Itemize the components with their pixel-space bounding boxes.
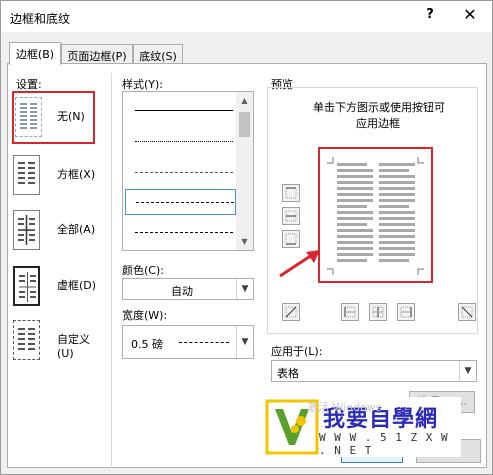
preview-hint-line2: 应用边框 — [356, 117, 400, 130]
style-option-dash-dot-dot[interactable] — [135, 232, 233, 233]
inner-vertical-border-button[interactable] — [369, 303, 387, 321]
diagonal-up-border-button[interactable] — [282, 303, 300, 321]
color-value: 自动 — [171, 285, 193, 298]
inner-horizontal-border-button[interactable] — [282, 207, 300, 225]
style-label: 样式(Y): — [122, 78, 164, 91]
border-box-icon — [13, 155, 40, 195]
setting-custom-label: 自定义(U) — [57, 333, 90, 360]
border-right-icon — [400, 306, 412, 318]
activate-windows-text: 激活 Windows — [307, 401, 382, 414]
setting-custom[interactable]: 自定义(U) — [9, 316, 104, 362]
setting-all-label: 全部(A) — [57, 223, 96, 236]
chevron-down-icon[interactable]: ▼ — [236, 279, 253, 299]
tab-borders[interactable]: 边框(B) — [9, 42, 61, 65]
setting-grid[interactable]: 虚框(D) — [9, 262, 104, 308]
setting-box-label: 方框(X) — [57, 168, 96, 181]
scroll-down-icon[interactable]: ▼ — [236, 233, 253, 250]
width-value: 0.5 磅 — [131, 338, 163, 351]
apply-to-value: 表格 — [277, 367, 299, 380]
width-label: 宽度(W): — [122, 309, 168, 322]
color-dropdown[interactable]: 自动 ▼ — [122, 278, 254, 300]
width-line-sample — [179, 342, 229, 343]
border-bottom-icon — [285, 233, 297, 245]
highlight-box-none — [12, 91, 95, 144]
border-custom-icon — [13, 320, 40, 360]
style-option-dotted[interactable] — [135, 141, 233, 142]
style-scrollbar[interactable]: ▲ ▼ — [236, 92, 253, 250]
close-button[interactable]: ✕ — [459, 5, 481, 27]
settings-label: 设置: — [16, 78, 42, 91]
color-label: 颜色(C): — [122, 264, 164, 277]
style-listbox[interactable] — [122, 91, 254, 251]
border-all-icon — [13, 210, 40, 250]
borders-and-shading-dialog: 边框和底纹 ? ✕ 边框(B) 页面边框(P) 底纹(S) 设置: 无(N) 方… — [0, 0, 493, 475]
right-border-button[interactable] — [397, 303, 415, 321]
border-inner-vertical-icon — [372, 306, 384, 318]
red-arrow-icon — [279, 250, 320, 278]
dialog-title: 边框和底纹 — [10, 12, 71, 26]
title-bar: 边框和底纹 ? ✕ — [1, 1, 492, 32]
scroll-up-icon[interactable]: ▲ — [236, 92, 253, 109]
border-diagonal-up-icon — [285, 306, 297, 318]
column-separator — [111, 73, 112, 468]
width-dropdown[interactable]: 0.5 磅 ▼ — [122, 325, 254, 359]
watermark-url: W W W . 5 1 Z X W . N E T — [319, 431, 449, 457]
left-border-button[interactable] — [341, 303, 359, 321]
highlight-box-preview — [318, 147, 433, 283]
setting-all[interactable]: 全部(A) — [9, 206, 104, 252]
style-option-solid[interactable] — [135, 110, 233, 111]
border-top-icon — [285, 187, 297, 199]
tab-shading[interactable]: 底纹(S) — [133, 44, 183, 64]
apply-to-dropdown[interactable]: 表格 ▼ — [271, 360, 477, 382]
scroll-thumb[interactable] — [239, 112, 250, 137]
style-option-dashed — [136, 202, 234, 203]
preview-hint-line1: 单击下方图示或使用按钮可 — [313, 101, 445, 114]
border-left-icon — [344, 306, 356, 318]
border-grid-icon — [13, 266, 40, 306]
setting-grid-label: 虚框(D) — [57, 279, 97, 292]
top-border-button[interactable] — [282, 184, 300, 202]
tab-page-border[interactable]: 页面边框(P) — [61, 44, 133, 64]
apply-to-label: 应用于(L): — [271, 345, 323, 358]
help-button[interactable]: ? — [421, 7, 439, 27]
setting-box[interactable]: 方框(X) — [9, 151, 104, 197]
border-diagonal-down-icon — [461, 306, 473, 318]
border-inner-horizontal-icon — [285, 210, 297, 222]
chevron-down-icon[interactable]: ▼ — [236, 326, 253, 358]
style-option-dash-dot[interactable] — [135, 172, 233, 173]
diagonal-down-border-button[interactable] — [458, 303, 476, 321]
chevron-down-icon[interactable]: ▼ — [459, 361, 476, 381]
style-option-selected-frame[interactable] — [125, 189, 236, 215]
